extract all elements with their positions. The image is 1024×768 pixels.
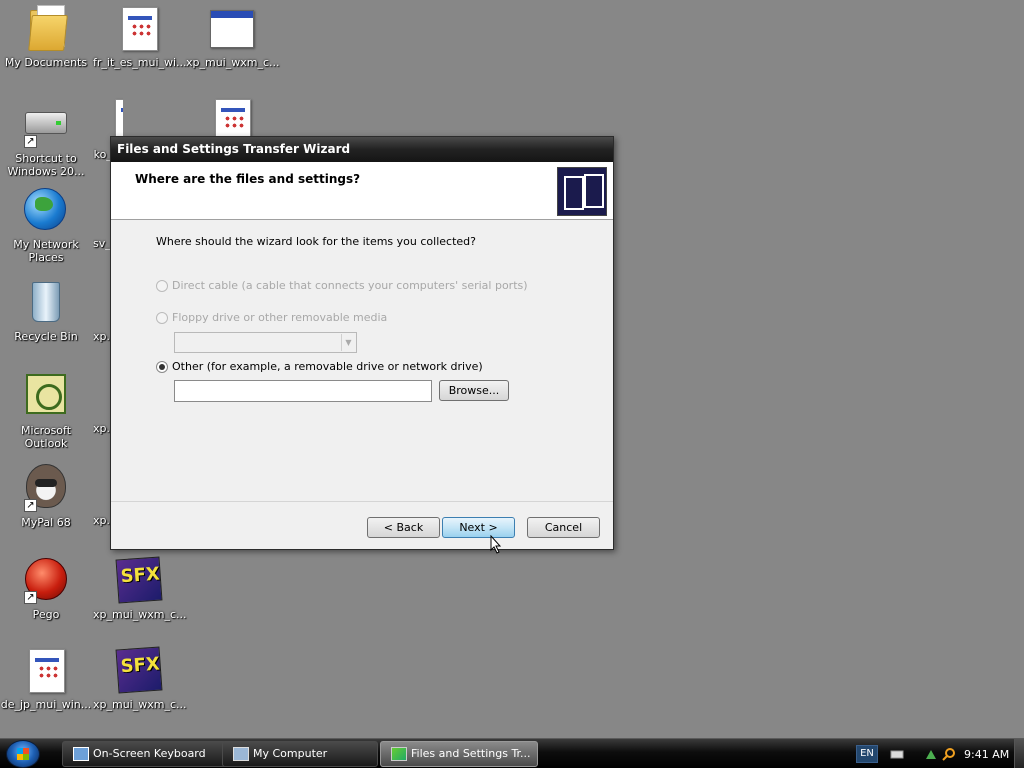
radio-direct-cable[interactable]: Direct cable (a cable that connects your… [156, 279, 528, 292]
transfer-wizard-icon [391, 747, 407, 761]
keyboard-icon [73, 747, 89, 761]
taskbar-item-label: Files and Settings Tr... [411, 747, 531, 760]
icon-label: xp... [93, 330, 111, 343]
icon-label: My Documents [4, 56, 88, 69]
removable-media-dropdown[interactable]: ▼ [174, 332, 357, 353]
document-icon [115, 4, 163, 52]
radio-button[interactable] [156, 279, 168, 292]
transfer-wizard-icon [557, 167, 607, 216]
microsoft-outlook-icon[interactable]: Microsoft Outlook [0, 372, 92, 450]
icon-label: xp_mui_wxm_c... [186, 56, 280, 69]
my-network-places-icon[interactable]: My Network Places [0, 186, 92, 264]
taskbar-item-label: On-Screen Keyboard [93, 747, 206, 760]
taskbar-item-label: My Computer [253, 747, 328, 760]
keyboard-tray-icon[interactable] [890, 747, 904, 761]
taskbar: On-Screen Keyboard My Computer Files and… [0, 738, 1024, 768]
icon-label: Pego [32, 608, 60, 621]
icon-label: xp... [93, 514, 111, 527]
start-button[interactable] [6, 740, 40, 768]
footer-divider [111, 501, 613, 502]
trash-icon [22, 278, 70, 326]
wizard-header: Where are the files and settings? [111, 162, 613, 220]
search-icon[interactable] [942, 747, 956, 761]
clock[interactable]: 9:41 AM [964, 748, 1009, 761]
icon-label: Microsoft Outlook [20, 424, 72, 450]
mouse-cursor-icon [490, 535, 502, 554]
radio-button[interactable] [156, 360, 168, 373]
folder-icon [22, 4, 70, 52]
recycle-bin-icon[interactable]: Recycle Bin [0, 278, 92, 343]
network-icon[interactable] [924, 747, 938, 761]
file-icon[interactable]: de_jp_mui_win... [0, 646, 92, 711]
taskbar-item-on-screen-keyboard[interactable]: On-Screen Keyboard [62, 741, 229, 767]
radio-label: Floppy drive or other removable media [172, 311, 388, 324]
icon-label: sv_... [93, 237, 111, 250]
radio-floppy-drive[interactable]: Floppy drive or other removable media [156, 311, 387, 324]
raccoon-icon: ↗ [22, 464, 70, 512]
outlook-icon [22, 372, 70, 420]
icon-label: xp... [93, 422, 111, 435]
file-icon[interactable]: sv_... [93, 237, 111, 250]
red-ball-icon: ↗ [22, 556, 70, 604]
sfx-archive-icon[interactable]: SFX xp_mui_wxm_c... [93, 646, 187, 711]
globe-icon [22, 186, 70, 234]
document-icon [22, 646, 70, 694]
my-documents-icon[interactable]: My Documents [0, 4, 92, 69]
radio-label: Direct cable (a cable that connects your… [172, 279, 528, 292]
next-button[interactable]: Next > [442, 517, 515, 538]
system-tray: EN 9:41 AM [852, 739, 1009, 768]
taskbar-item-transfer-wizard[interactable]: Files and Settings Tr... [380, 741, 538, 767]
icon-label: xp_mui_wxm_c... [93, 608, 187, 621]
icon-label: My Network Places [13, 238, 79, 264]
icon-label: Shortcut to Windows 20... [7, 152, 85, 178]
file-icon[interactable]: xp... [93, 330, 111, 343]
radio-label: Other (for example, a removable drive or… [172, 360, 483, 373]
radio-other-drive[interactable]: Other (for example, a removable drive or… [156, 360, 483, 373]
dialog-title[interactable]: Files and Settings Transfer Wizard [111, 137, 613, 162]
wizard-heading: Where are the files and settings? [135, 172, 361, 186]
icon-label: MyPal 68 [21, 516, 71, 529]
browse-button[interactable]: Browse... [439, 380, 509, 401]
icon-label: de_jp_mui_win... [0, 698, 92, 711]
file-icon[interactable]: xp... [93, 422, 111, 435]
taskbar-item-my-computer[interactable]: My Computer [222, 741, 378, 767]
sfx-archive-icon[interactable]: SFX xp_mui_wxm_c... [93, 556, 187, 621]
sfx-icon: SFX [115, 646, 163, 694]
pego-icon[interactable]: ↗ Pego [0, 556, 92, 621]
mypal-icon[interactable]: ↗ MyPal 68 [0, 464, 92, 529]
icon-label: Recycle Bin [14, 330, 78, 343]
file-icon[interactable]: xp_mui_wxm_c... [186, 4, 280, 69]
show-desktop-button[interactable] [1014, 739, 1024, 768]
path-input[interactable] [174, 380, 432, 402]
cancel-button[interactable]: Cancel [527, 517, 600, 538]
file-icon[interactable]: fr_it_es_mui_wi... [93, 4, 187, 69]
icon-label: xp_mui_wxm_c... [93, 698, 187, 711]
radio-button[interactable] [156, 311, 168, 324]
back-button[interactable]: < Back [367, 517, 440, 538]
wizard-question: Where should the wizard look for the ite… [156, 235, 476, 248]
chevron-down-icon[interactable]: ▼ [341, 334, 355, 351]
drive-icon: ↗ [22, 100, 70, 148]
transfer-wizard-dialog: Files and Settings Transfer Wizard Where… [110, 136, 614, 550]
language-indicator[interactable]: EN [856, 745, 878, 763]
file-icon[interactable]: xp... [93, 514, 111, 527]
window-app-icon [208, 4, 256, 52]
icon-label: fr_it_es_mui_wi... [93, 56, 187, 69]
computer-icon [233, 747, 249, 761]
sfx-icon: SFX [115, 556, 163, 604]
shortcut-windows-icon[interactable]: ↗ Shortcut to Windows 20... [0, 100, 92, 178]
